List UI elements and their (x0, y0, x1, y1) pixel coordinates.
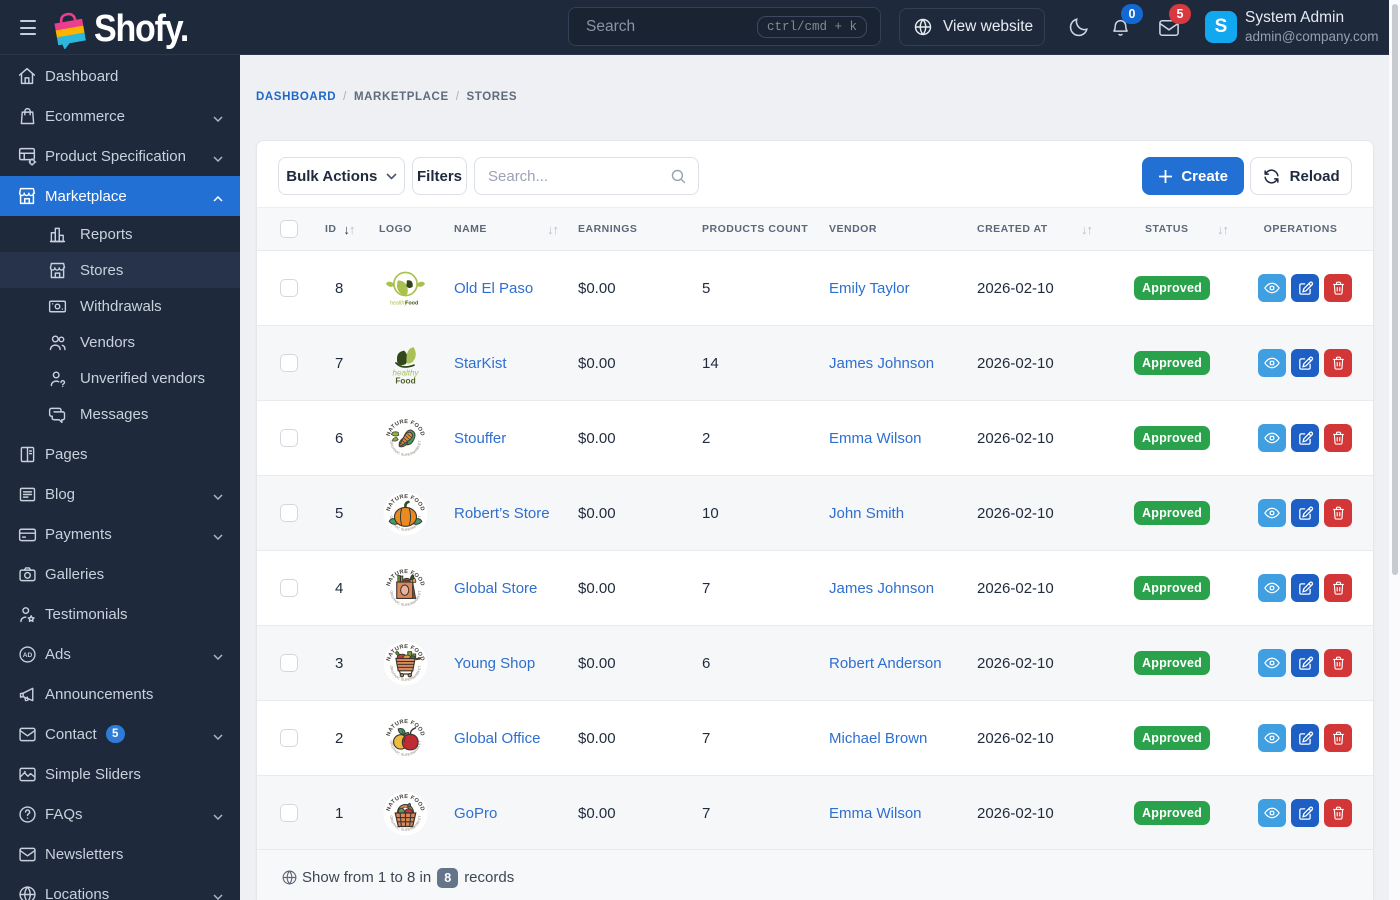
svg-text:Food: Food (405, 300, 418, 306)
svg-text:Food: Food (395, 375, 415, 385)
svg-text:AD: AD (22, 651, 32, 658)
